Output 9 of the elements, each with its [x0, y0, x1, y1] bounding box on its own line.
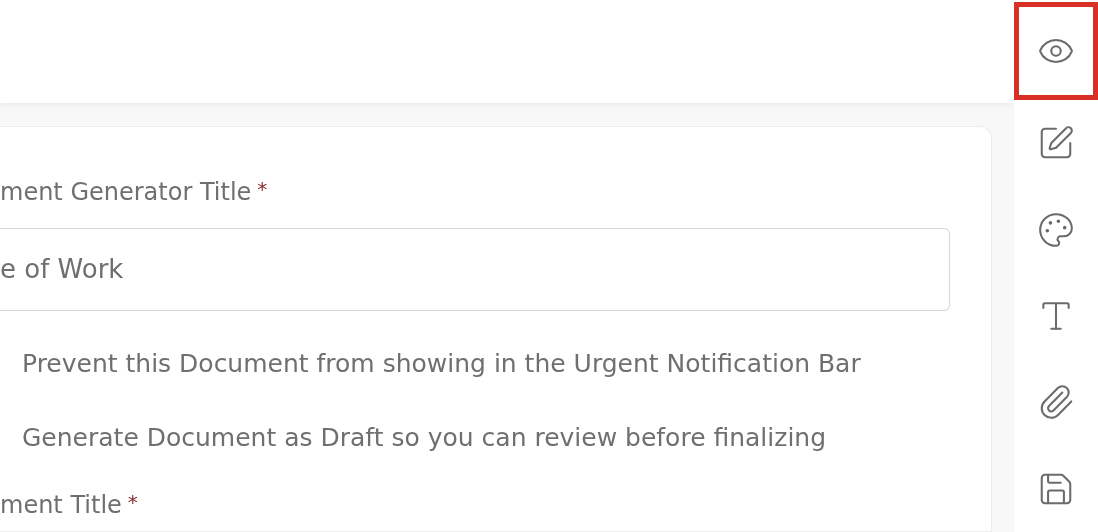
- text-input[interactable]: e of Work: [0, 228, 950, 311]
- required-mark: *: [127, 489, 138, 516]
- toolbar-button[interactable]: [1014, 2, 1098, 100]
- field-label: ment Title: [0, 490, 122, 521]
- field-label: ment Generator Title: [0, 177, 252, 208]
- option-text: Prevent this Document from showing in the Urgent Notification Bar: [22, 348, 861, 381]
- required-mark: *: [257, 176, 268, 203]
- palette-icon: [1037, 210, 1075, 249]
- option-text: Generate Document as Draft so you can review before finalizing: [22, 422, 827, 455]
